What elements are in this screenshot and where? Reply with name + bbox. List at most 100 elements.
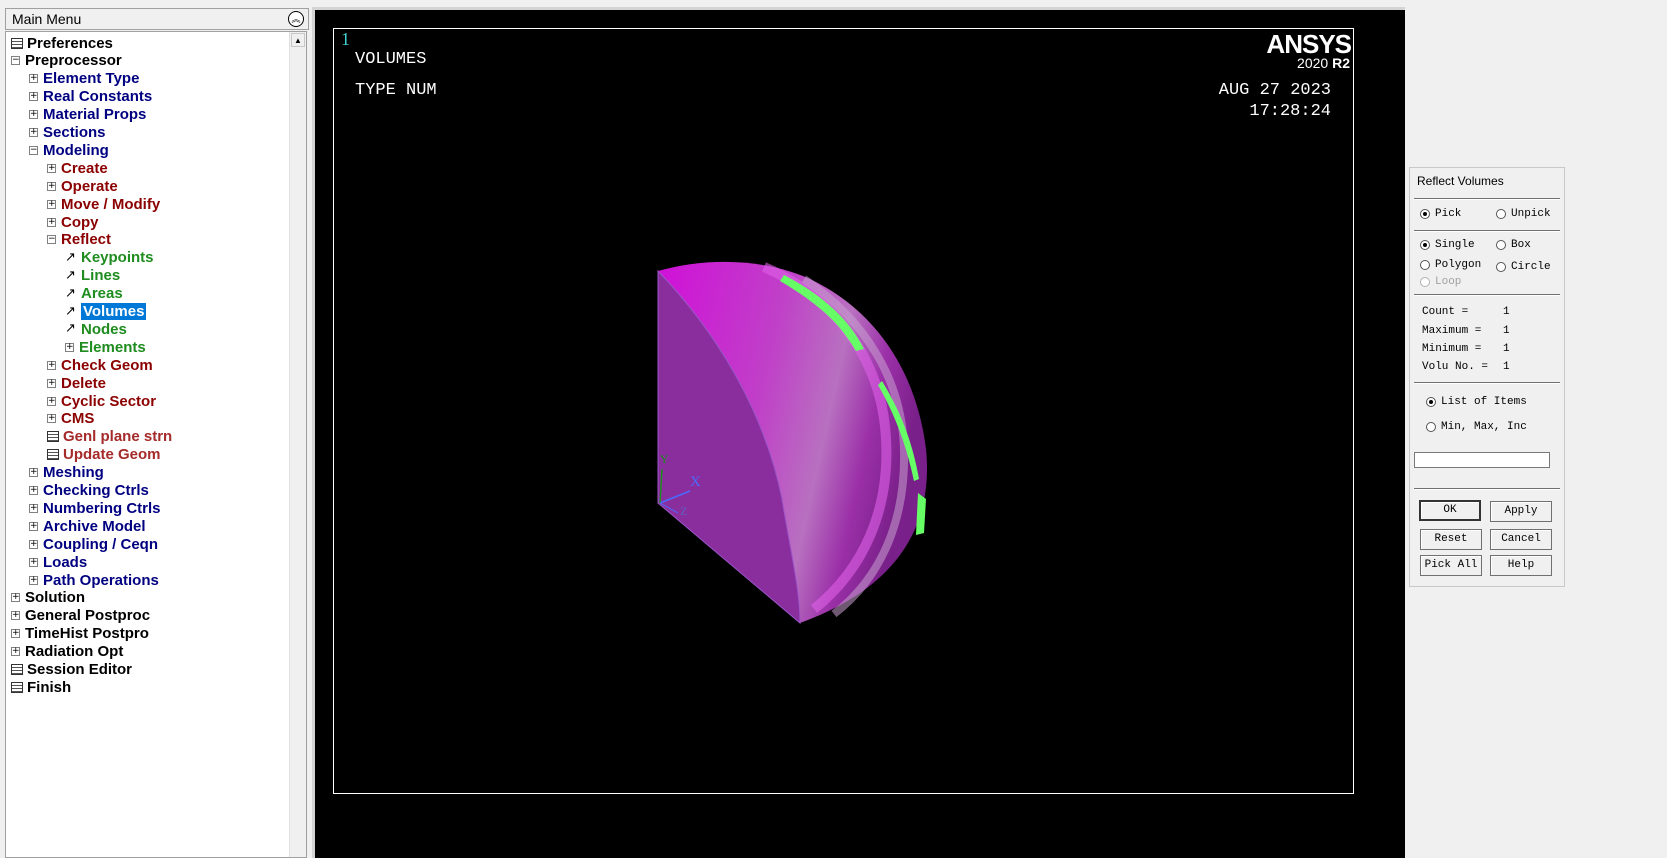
menu-item-preferences[interactable]: Preferences xyxy=(11,34,113,52)
menu-item-create[interactable]: + Create xyxy=(47,159,108,177)
menu-item-meshing[interactable]: + Meshing xyxy=(29,464,104,482)
menu-item-copy[interactable]: + Copy xyxy=(47,213,99,231)
menu-item-check-geom[interactable]: + Check Geom xyxy=(47,356,153,374)
reset-button[interactable]: Reset xyxy=(1420,529,1482,550)
menu-item-elements[interactable]: + Elements xyxy=(65,338,146,356)
graphics-viewport[interactable]: 1 VOLUMES TYPE NUM AUG 27 2023 17:28:24 … xyxy=(333,28,1354,794)
menu-item-label: Reflect xyxy=(61,231,112,249)
menu-item-solution[interactable]: + Solution xyxy=(11,589,85,607)
expand-icon[interactable]: + xyxy=(29,486,38,495)
menu-item-label: Update Geom xyxy=(63,446,161,464)
menu-item-operate[interactable]: + Operate xyxy=(47,177,118,195)
menu-item-general-postproc[interactable]: + General Postproc xyxy=(11,607,150,625)
menu-item-timehist-postpro[interactable]: + TimeHist Postpro xyxy=(11,625,149,643)
menu-item-genl-plane-strn[interactable]: Genl plane strn xyxy=(47,428,172,446)
ok-button[interactable]: OK xyxy=(1419,500,1481,521)
menu-item-material-props[interactable]: + Material Props xyxy=(29,106,146,124)
expand-icon[interactable]: + xyxy=(47,199,56,209)
menu-item-label: Nodes xyxy=(81,320,127,338)
pick-arrow-icon: ↗ xyxy=(65,285,76,301)
menu-item-session-editor[interactable]: Session Editor xyxy=(11,661,132,679)
menu-item-label: Sections xyxy=(43,124,106,141)
menu-item-sections[interactable]: + Sections xyxy=(29,124,106,142)
collapse-tree-icon[interactable]: − xyxy=(47,235,56,245)
radio-icon xyxy=(1420,260,1430,270)
menu-item-radiation-opt[interactable]: + Radiation Opt xyxy=(11,643,123,661)
expand-icon[interactable]: + xyxy=(11,611,20,621)
menu-item-move-modify[interactable]: + Move / Modify xyxy=(47,195,160,213)
expand-icon[interactable]: + xyxy=(29,74,38,84)
menu-item-volumes[interactable]: ↗ Volumes xyxy=(65,302,148,321)
pick-input-field[interactable] xyxy=(1414,452,1550,468)
menu-item-path-operations[interactable]: + Path Operations xyxy=(29,571,159,589)
collapse-tree-icon[interactable]: − xyxy=(29,145,38,155)
menu-item-keypoints[interactable]: ↗ Keypoints xyxy=(65,249,154,267)
circle-radio[interactable]: Circle xyxy=(1496,261,1551,273)
menu-item-label: Preprocessor xyxy=(25,52,122,70)
menu-item-loads[interactable]: + Loads xyxy=(29,553,87,571)
command-dialog-icon xyxy=(47,449,59,461)
expand-icon[interactable]: + xyxy=(29,557,38,567)
collapse-icon[interactable]: ︽ xyxy=(288,11,304,27)
help-button[interactable]: Help xyxy=(1490,555,1552,576)
expand-icon[interactable]: + xyxy=(65,342,74,352)
expand-icon[interactable]: + xyxy=(47,360,56,370)
volume-model-view[interactable]: X Y Z xyxy=(334,29,1353,793)
menu-item-cms[interactable]: + CMS xyxy=(47,410,94,428)
menu-item-element-type[interactable]: + Element Type xyxy=(29,70,139,88)
box-radio[interactable]: Box xyxy=(1496,239,1531,251)
min-max-inc-radio[interactable]: Min, Max, Inc xyxy=(1426,421,1527,433)
menu-item-areas[interactable]: ↗ Areas xyxy=(65,285,123,303)
expand-icon[interactable]: + xyxy=(11,593,20,603)
menu-item-finish[interactable]: Finish xyxy=(11,678,71,696)
pick-radio[interactable]: Pick xyxy=(1420,208,1461,220)
unpick-radio[interactable]: Unpick xyxy=(1496,208,1551,220)
expand-icon[interactable]: + xyxy=(29,92,38,102)
expand-icon[interactable]: + xyxy=(47,378,56,388)
list-of-items-radio[interactable]: List of Items xyxy=(1426,396,1527,408)
expand-icon[interactable]: + xyxy=(29,128,38,137)
menu-item-archive-model[interactable]: + Archive Model xyxy=(29,517,146,535)
menu-item-delete[interactable]: + Delete xyxy=(47,374,106,392)
expand-icon[interactable]: + xyxy=(47,217,56,227)
divider xyxy=(1414,294,1560,296)
radio-icon xyxy=(1496,262,1506,272)
menu-item-numbering-ctrls[interactable]: + Numbering Ctrls xyxy=(29,499,161,517)
expand-icon[interactable]: + xyxy=(47,396,56,406)
menu-item-update-geom[interactable]: Update Geom xyxy=(47,446,161,464)
expand-icon[interactable]: + xyxy=(47,414,56,424)
pick-arrow-icon: ↗ xyxy=(65,303,76,319)
picker-title: Reflect Volumes xyxy=(1417,174,1504,188)
expand-icon[interactable]: + xyxy=(29,468,38,478)
expand-icon[interactable]: + xyxy=(29,503,38,513)
cancel-button[interactable]: Cancel xyxy=(1490,529,1552,550)
expand-icon[interactable]: + xyxy=(47,163,56,173)
menu-item-coupling-ceqn[interactable]: + Coupling / Ceqn xyxy=(29,535,158,553)
menu-item-nodes[interactable]: ↗ Nodes xyxy=(65,320,127,338)
scroll-up-arrow-icon[interactable]: ▲ xyxy=(291,33,305,47)
tree-scrollbar[interactable]: ▲ xyxy=(289,32,306,857)
expand-icon[interactable]: + xyxy=(47,181,56,191)
pick-all-button[interactable]: Pick All xyxy=(1420,555,1482,576)
expand-icon[interactable]: + xyxy=(11,629,20,639)
menu-item-cyclic-sector[interactable]: + Cyclic Sector xyxy=(47,392,156,410)
expand-icon[interactable]: + xyxy=(29,110,38,120)
menu-item-preprocessor[interactable]: − Preprocessor xyxy=(11,52,122,70)
polygon-radio[interactable]: Polygon xyxy=(1420,259,1481,271)
radio-icon xyxy=(1426,422,1436,432)
expand-icon[interactable]: + xyxy=(29,521,38,531)
menu-item-checking-ctrls[interactable]: + Checking Ctrls xyxy=(29,482,149,500)
expand-icon[interactable]: + xyxy=(29,575,38,585)
command-dialog-icon xyxy=(11,681,23,693)
menu-item-lines[interactable]: ↗ Lines xyxy=(65,267,120,285)
collapse-tree-icon[interactable]: − xyxy=(11,56,20,66)
menu-item-label: Genl plane strn xyxy=(63,428,173,446)
single-radio[interactable]: Single xyxy=(1420,239,1475,251)
pick-arrow-icon: ↗ xyxy=(65,321,76,337)
expand-icon[interactable]: + xyxy=(11,647,20,657)
menu-item-reflect[interactable]: − Reflect xyxy=(47,231,111,249)
apply-button[interactable]: Apply xyxy=(1490,501,1552,522)
menu-item-real-constants[interactable]: + Real Constants xyxy=(29,88,152,106)
menu-item-modeling[interactable]: − Modeling xyxy=(29,141,109,159)
expand-icon[interactable]: + xyxy=(29,539,38,549)
